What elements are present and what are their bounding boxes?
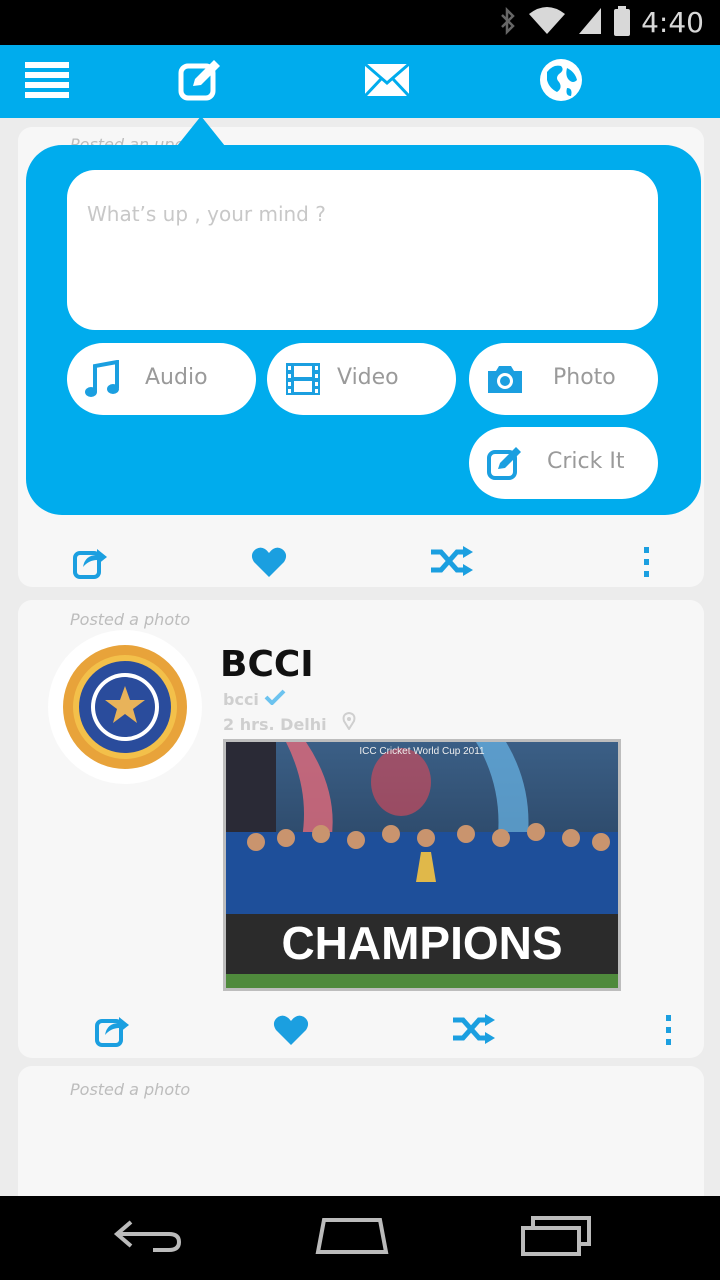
edit-icon [485,443,525,483]
camera-icon [485,359,525,399]
more-vert-icon [666,1015,671,1045]
status-icons: 4:40 [499,0,704,45]
more-vert-icon [644,547,649,577]
photo-label: Photo [553,365,616,390]
status-bar: 4:40 [0,0,720,45]
status-textbox[interactable] [67,170,658,330]
photo-button[interactable]: Photo [469,343,658,415]
handle-text: bcci [223,690,259,709]
menu-icon [25,60,69,104]
top-app-bar [0,45,720,118]
more-options-button[interactable] [644,1005,694,1055]
mail-icon [363,62,411,101]
composer-popup: Audio Video Photo [26,145,701,515]
crick-it-button[interactable]: Crick It [469,427,658,499]
explore-tab[interactable] [516,45,606,118]
video-label: Video [337,365,399,390]
recents-button[interactable] [506,1208,606,1268]
feed-card-bcci: Posted a photo BCCI bcci 2 hrs. Delhi CH… [18,600,704,1058]
feed-card: Posted a photo [18,1066,704,1196]
post-time-location: 2 hrs. Delhi [223,715,327,734]
posted-label: Posted a photo [70,1080,191,1099]
status-input[interactable] [87,202,638,298]
video-button[interactable]: Video [267,343,456,415]
back-icon [113,1218,183,1258]
wifi-icon [527,6,567,40]
bcci-logo-icon [63,645,187,769]
photo-banner-text: CHAMPIONS [281,917,562,969]
photo-image: CHAMPIONS ICC Cricket World Cup 2011 [226,742,618,988]
post-handle[interactable]: bcci [223,689,286,709]
shuffle-icon [453,1014,495,1044]
post-meta: 2 hrs. Delhi [223,711,356,734]
home-icon [314,1216,390,1260]
heart-icon [251,547,287,577]
messages-tab[interactable] [342,45,432,118]
share-button[interactable] [66,537,116,587]
post-title[interactable]: BCCI [220,644,314,685]
system-nav-bar [0,1196,720,1280]
bluetooth-icon [499,6,517,39]
film-icon [283,359,323,399]
menu-button[interactable] [2,45,92,118]
share-button[interactable] [88,1005,138,1055]
photo-header-text: ICC Cricket World Cup 2011 [359,746,485,757]
verified-icon [264,689,286,709]
post-actions [18,1005,704,1055]
audio-label: Audio [145,365,208,390]
shuffle-button[interactable] [426,537,476,587]
share-icon [73,549,107,579]
post-photo[interactable]: CHAMPIONS ICC Cricket World Cup 2011 [223,739,621,991]
shuffle-icon [431,546,473,576]
back-button[interactable] [98,1208,198,1268]
audio-button[interactable]: Audio [67,343,256,415]
crick-it-label: Crick It [547,449,625,474]
like-button[interactable] [244,537,294,587]
compose-tab[interactable] [156,45,246,118]
composer-pointer [177,116,225,146]
music-note-icon [83,359,123,399]
location-pin-icon [342,711,356,734]
compose-icon [178,58,224,106]
post-actions [18,537,704,587]
more-options-button[interactable] [622,537,672,587]
avatar[interactable] [48,630,202,784]
clock: 4:40 [641,6,704,39]
heart-icon [273,1015,309,1045]
globe-icon [539,58,583,106]
share-icon [95,1017,129,1047]
like-button[interactable] [266,1005,316,1055]
home-button[interactable] [302,1208,402,1268]
shuffle-button[interactable] [448,1005,498,1055]
battery-icon [613,5,631,41]
signal-icon [577,6,603,40]
posted-label: Posted a photo [70,610,191,629]
recents-icon [519,1216,593,1260]
